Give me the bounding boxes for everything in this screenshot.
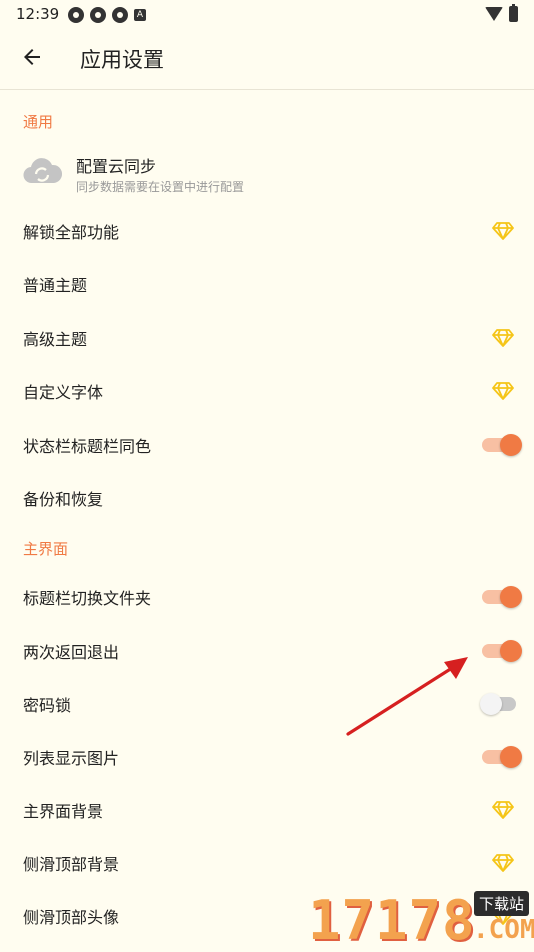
cloud-sync-icon [23, 158, 62, 184]
cloud-sync-title: 配置云同步 [76, 157, 157, 176]
normal-theme-label: 普通主题 [23, 276, 88, 295]
drawer-top-background-item[interactable]: 侧滑顶部背景 [0, 837, 534, 889]
diamond-icon [492, 801, 514, 819]
unlock-all-item[interactable]: 解锁全部功能 [0, 205, 534, 257]
advanced-theme-label: 高级主题 [23, 330, 88, 349]
custom-font-item[interactable]: 自定义字体 [0, 365, 534, 417]
main-background-item[interactable]: 主界面背景 [0, 784, 534, 836]
password-lock-label: 密码锁 [23, 696, 72, 715]
cloud-sync-subtitle: 同步数据需要在设置中进行配置 [76, 180, 245, 194]
statusbar-same-color-label: 状态栏标题栏同色 [23, 437, 152, 456]
diamond-icon [492, 854, 514, 872]
backup-restore-item[interactable]: 备份和恢复 [0, 472, 534, 524]
double-back-exit-label: 两次返回退出 [23, 643, 120, 662]
list-show-images-label: 列表显示图片 [23, 749, 120, 768]
notification-icons: A [68, 7, 146, 23]
system-icons [485, 4, 518, 22]
diamond-icon [492, 329, 514, 347]
watermark-badge: 下载站 [474, 891, 530, 916]
unlock-all-label: 解锁全部功能 [23, 223, 120, 242]
arrow-left-icon [24, 49, 40, 65]
title-switch-folder-item[interactable]: 标题栏切换文件夹 [0, 571, 534, 623]
notification-icon [112, 7, 128, 23]
double-back-exit-toggle[interactable] [480, 639, 522, 663]
normal-theme-item[interactable]: 普通主题 [0, 258, 534, 310]
list-show-images-toggle[interactable] [480, 745, 522, 769]
title-switch-folder-label: 标题栏切换文件夹 [23, 589, 152, 608]
site-watermark: 17178 下载站 .COM [308, 885, 534, 952]
section-title-general: 通用 [23, 113, 54, 131]
notification-icon [68, 7, 84, 23]
diamond-icon [492, 222, 514, 240]
custom-font-label: 自定义字体 [23, 383, 104, 402]
cloud-sync-item[interactable]: 配置云同步 同步数据需要在设置中进行配置 [0, 140, 534, 206]
advanced-theme-item[interactable]: 高级主题 [0, 312, 534, 364]
annotation-arrow [346, 657, 468, 736]
diamond-icon [492, 382, 514, 400]
back-button[interactable] [20, 45, 44, 69]
wifi-icon [485, 7, 503, 21]
status-bar: 12:39 A [0, 0, 534, 28]
notification-a-icon: A [134, 9, 146, 21]
password-lock-toggle[interactable] [480, 692, 522, 716]
watermark-number: 17178 [308, 889, 476, 952]
watermark-domain: .COM [473, 915, 534, 945]
section-title-main: 主界面 [23, 540, 69, 558]
statusbar-same-color-toggle[interactable] [480, 433, 522, 457]
title-switch-folder-toggle[interactable] [480, 585, 522, 609]
battery-icon [509, 4, 518, 22]
main-background-label: 主界面背景 [23, 802, 104, 821]
status-time: 12:39 [16, 5, 60, 23]
backup-restore-label: 备份和恢复 [23, 490, 104, 509]
app-bar: 应用设置 [0, 28, 534, 90]
notification-icon [90, 7, 106, 23]
drawer-top-background-label: 侧滑顶部背景 [23, 855, 120, 874]
drawer-top-avatar-label: 侧滑顶部头像 [23, 908, 120, 927]
statusbar-same-color-item[interactable]: 状态栏标题栏同色 [0, 419, 534, 471]
page-title: 应用设置 [80, 48, 164, 72]
